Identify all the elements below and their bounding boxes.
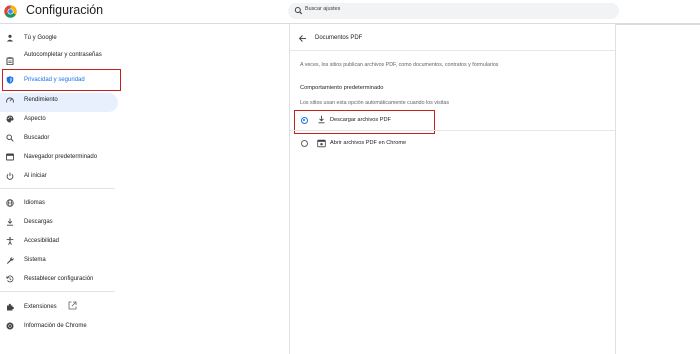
pdf-settings-card: Documentos PDF A veces, los sitios publi… — [290, 24, 615, 354]
wrench-icon — [6, 257, 14, 264]
puzzle-icon — [7, 303, 14, 311]
sidebar-item-label: Idiomas — [24, 200, 46, 206]
sidebar-item-label: Navegador predeterminado — [24, 154, 98, 160]
sidebar-item-restablecer[interactable]: Restablecer configuración — [0, 270, 125, 288]
highlight-box — [2, 69, 121, 91]
option-abrir-pdf-chrome[interactable]: Abrir archivos PDF en Chrome — [290, 135, 615, 153]
pdf-viewer-icon — [317, 139, 326, 148]
sidebar-item-label: Tú y Google — [24, 35, 57, 41]
sidebar-item-label: Sistema — [24, 257, 46, 263]
palette-icon — [6, 115, 14, 123]
subpage-title: Documentos PDF — [315, 35, 363, 41]
sidebar-item-descargas[interactable]: Descargas — [0, 213, 125, 231]
option-label: Abrir archivos PDF en Chrome — [330, 140, 407, 146]
sidebar-item-label: Accesibilidad — [24, 238, 60, 244]
sidebar-item-label: Extensiones — [24, 304, 57, 310]
person-icon — [6, 34, 14, 42]
sidebar-item-informacion-chrome[interactable]: Información de Chrome — [0, 317, 125, 335]
sidebar-item-buscador[interactable]: Buscador — [0, 129, 125, 147]
sidebar-item-extensiones[interactable]: Extensiones — [0, 298, 125, 316]
sidebar-item-label: Descargas — [24, 219, 53, 225]
sidebar-divider — [0, 291, 115, 292]
sidebar-item-label: Información de Chrome — [24, 323, 87, 329]
sidebar-item-label: Restablecer configuración — [24, 276, 94, 282]
sidebar-item-al-iniciar[interactable]: Al iniciar — [0, 167, 125, 185]
download-icon — [7, 218, 13, 226]
sidebar-item-label: Autocompletar y contraseñas — [24, 52, 102, 58]
chrome-icon — [6, 322, 14, 330]
description: A veces, los sitios publican archivos PD… — [300, 62, 499, 68]
sidebar-item-label: Buscador — [24, 135, 50, 141]
section-heading: Comportamiento predeterminado — [300, 85, 384, 91]
page-title: Configuración — [26, 3, 104, 17]
chrome-logo-icon — [4, 5, 17, 18]
sidebar-item-aspecto[interactable]: Aspecto — [0, 110, 125, 128]
external-link-icon[interactable] — [68, 301, 77, 310]
sidebar-divider — [0, 188, 115, 189]
power-icon — [6, 172, 14, 180]
radio-button[interactable] — [301, 140, 308, 147]
search-input[interactable]: Buscar ajustes — [288, 3, 619, 19]
divider — [290, 50, 615, 51]
sidebar-item-label: Rendimiento — [24, 97, 58, 103]
search-placeholder: Buscar ajustes — [305, 6, 341, 12]
sidebar-item-rendimiento[interactable]: Rendimiento — [0, 91, 125, 109]
sidebar-item-label: Aspecto — [24, 116, 46, 122]
speedometer-icon — [6, 97, 14, 103]
search-icon — [294, 7, 303, 15]
sidebar-item-tu-y-google[interactable]: Tú y Google — [0, 29, 125, 47]
accessibility-icon — [6, 237, 14, 245]
sidebar: Tú y Google Autocompletar y contraseñas … — [0, 24, 125, 354]
sidebar-item-sistema[interactable]: Sistema — [0, 251, 125, 269]
divider — [290, 130, 615, 131]
back-arrow-icon[interactable] — [298, 34, 307, 43]
section-subtitle: Los sitios usan esta opción automáticame… — [300, 100, 449, 106]
search-icon — [6, 134, 14, 142]
sidebar-item-autocompletar[interactable]: Autocompletar y contraseñas — [0, 49, 125, 71]
clipboard-icon — [6, 57, 14, 65]
divider — [615, 24, 700, 25]
sidebar-item-navegador[interactable]: Navegador predeterminado — [0, 148, 125, 166]
sidebar-item-idiomas[interactable]: Idiomas — [0, 194, 125, 212]
sidebar-item-accesibilidad[interactable]: Accesibilidad — [0, 232, 125, 250]
settings-window: Configuración Buscar ajustes Tú y Google — [0, 0, 700, 354]
sidebar-item-label: Al iniciar — [24, 173, 47, 179]
reset-icon — [6, 275, 14, 283]
globe-icon — [6, 199, 14, 207]
top-bar: Configuración Buscar ajustes — [0, 0, 700, 24]
browser-icon — [6, 153, 14, 161]
